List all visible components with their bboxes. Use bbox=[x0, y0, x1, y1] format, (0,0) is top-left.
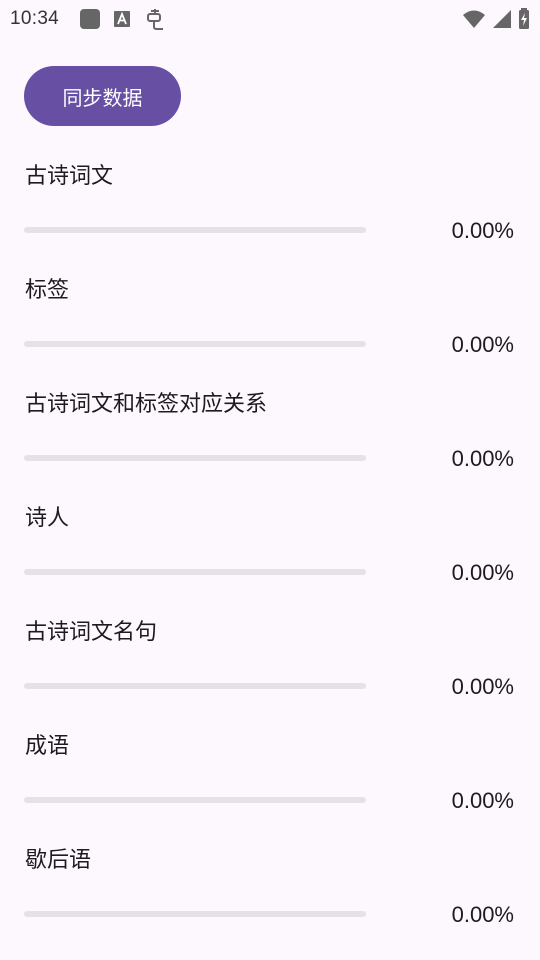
square-app-icon bbox=[79, 8, 101, 30]
bug-icon bbox=[143, 7, 167, 31]
sync-item-progress-bar bbox=[24, 683, 366, 689]
sync-data-button[interactable]: 同步数据 bbox=[24, 66, 181, 126]
wifi-icon bbox=[462, 9, 486, 29]
status-right-icons bbox=[462, 0, 530, 38]
sync-list: 古诗词文 0.00% 标签 0.00% 古诗词文和标签对应关系 0.00% 诗人 0.00% 古… bbox=[0, 144, 540, 942]
sync-item: 诗人 0.00% bbox=[0, 486, 540, 600]
sync-item-label: 标签 bbox=[25, 278, 70, 303]
status-bar: 10:34 bbox=[0, 0, 540, 38]
sync-item-label: 歇后语 bbox=[25, 848, 92, 873]
sync-item: 歇后语 0.00% bbox=[0, 828, 540, 942]
sync-item-percent: 0.00% bbox=[451, 560, 514, 585]
sync-item-label: 成语 bbox=[25, 734, 70, 759]
sync-item: 成语 0.00% bbox=[0, 714, 540, 828]
sync-item-progress-bar bbox=[24, 911, 366, 917]
sync-item-percent: 0.00% bbox=[451, 446, 514, 471]
sync-item-progress-bar bbox=[24, 797, 366, 803]
sync-item-label: 古诗词文 bbox=[25, 164, 114, 189]
sync-item-label: 古诗词文和标签对应关系 bbox=[25, 392, 268, 417]
status-left-icons bbox=[79, 7, 167, 31]
sync-item-label: 诗人 bbox=[25, 506, 70, 531]
cell-signal-icon bbox=[492, 9, 512, 29]
sync-item-progress-bar bbox=[24, 341, 366, 347]
sync-item: 标签 0.00% bbox=[0, 258, 540, 372]
sync-item-percent: 0.00% bbox=[451, 674, 514, 699]
status-time: 10:34 bbox=[10, 8, 60, 29]
sync-item: 古诗词文和标签对应关系 0.00% bbox=[0, 372, 540, 486]
sync-item-progress-bar bbox=[24, 455, 366, 461]
sync-item-progress-bar bbox=[24, 569, 366, 575]
sync-item-percent: 0.00% bbox=[451, 218, 514, 243]
sync-item: 古诗词文 0.00% bbox=[0, 144, 540, 258]
sync-item-progress-bar bbox=[24, 227, 366, 233]
sync-item-label: 古诗词文名句 bbox=[25, 620, 158, 645]
sync-item-percent: 0.00% bbox=[451, 902, 514, 927]
sync-item: 古诗词文名句 0.00% bbox=[0, 600, 540, 714]
sync-item-percent: 0.00% bbox=[451, 332, 514, 357]
battery-charging-icon bbox=[518, 8, 530, 30]
font-a-icon bbox=[113, 10, 131, 28]
sync-item-percent: 0.00% bbox=[451, 788, 514, 813]
